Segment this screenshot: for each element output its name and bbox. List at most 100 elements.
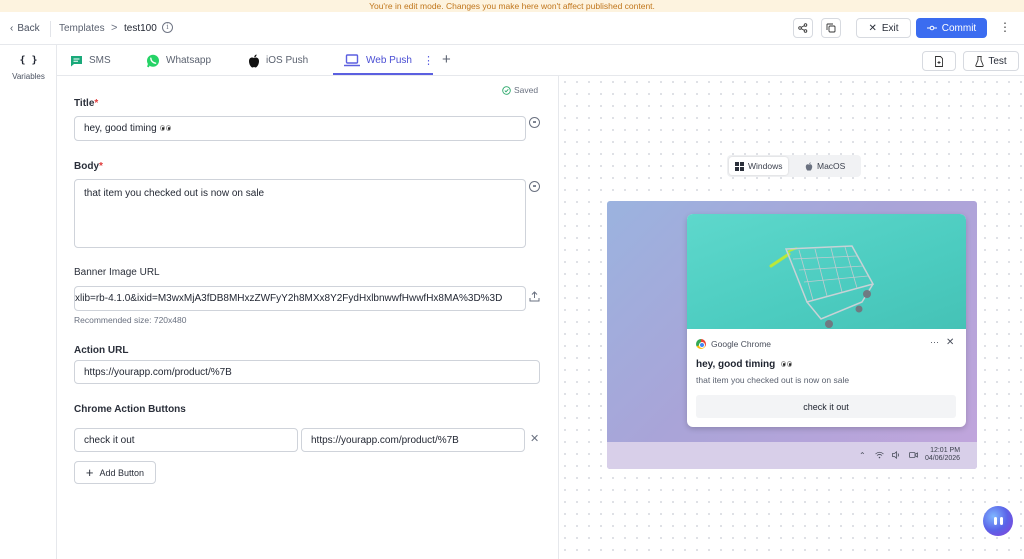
top-bar: ‹ Back Templates > test100 i ✕ Exit Comm… [0, 12, 1024, 45]
share-icon [798, 23, 808, 33]
assistant-icon [993, 517, 997, 525]
exit-button[interactable]: ✕ Exit [856, 18, 911, 38]
notification-body: that item you checked out is now on sale [696, 375, 850, 385]
action-button-text-value: check it out [84, 434, 135, 446]
tab-ios-push[interactable]: iOS Push [248, 45, 308, 76]
variables-label[interactable]: Variables [0, 72, 57, 81]
back-label: Back [17, 23, 40, 34]
chevron-up-icon: ⌃ [859, 451, 866, 460]
edit-mode-banner: You're in edit mode. Changes you make he… [0, 0, 1024, 12]
whatsapp-icon [147, 54, 159, 67]
body-textarea[interactable]: that item you checked out is now on sale [74, 179, 526, 248]
active-tab-indicator [333, 73, 433, 75]
duplicate-button[interactable] [821, 18, 841, 38]
emoji-picker-icon[interactable] [529, 181, 540, 192]
os-option-windows[interactable]: Windows [729, 157, 789, 175]
body-label: Body* [74, 161, 103, 172]
os-toggle: Windows MacOS [727, 155, 861, 177]
title-label: Title* [74, 98, 99, 109]
windows-icon [735, 161, 744, 171]
test-label: Test [988, 55, 1007, 67]
share-button[interactable] [793, 18, 813, 38]
web-push-form: Saved Title* hey, good timing Body* that… [57, 76, 558, 559]
tab-label: SMS [89, 55, 111, 66]
os-option-macos[interactable]: MacOS [799, 157, 851, 175]
notification-source: Google Chrome [696, 339, 771, 349]
notification-source-label: Google Chrome [711, 339, 772, 349]
action-button-url-input[interactable]: https://yourapp.com/product/%7B [301, 428, 525, 452]
banner-image [687, 214, 966, 329]
left-rail: { } Variables [0, 45, 57, 559]
assistant-button[interactable] [983, 506, 1013, 536]
commit-button[interactable]: Commit [916, 18, 987, 38]
tab-label: Web Push [366, 55, 412, 66]
windows-desktop-mock: Google Chrome ··· ✕ hey, good timing tha… [607, 201, 977, 469]
breadcrumb-separator: > [111, 22, 118, 34]
apple-icon [249, 54, 259, 67]
preview-panel: Windows MacOS Google Chrome ··· ✕ hey, g… [558, 76, 1024, 559]
exit-label: Exit [881, 22, 899, 34]
title-input[interactable]: hey, good timing [74, 116, 526, 141]
action-url-input[interactable]: https://yourapp.com/product/%7B [74, 360, 540, 384]
banner-size-hint: Recommended size: 720x480 [74, 315, 187, 325]
variables-icon[interactable]: { } [0, 55, 57, 66]
banner-image-url-input[interactable]: xlib=rb-4.1.0&ixid=M3wxMjA3fDB8MHxzZWFyY… [74, 286, 526, 311]
emoji-picker-icon[interactable] [529, 117, 540, 128]
os-label: Windows [748, 161, 783, 171]
flask-icon [975, 55, 984, 67]
saved-label: Saved [514, 85, 539, 95]
tab-label: iOS Push [266, 55, 309, 66]
back-button[interactable]: ‹ Back [10, 23, 40, 34]
tab-label: Whatsapp [166, 55, 212, 66]
plus-icon: + [85, 465, 94, 480]
commit-label: Commit [941, 22, 977, 34]
banner-image-url-value: xlib=rb-4.1.0&ixid=M3wxMjA3fDB8MHxzZWFyY… [75, 293, 503, 304]
tab-web-push[interactable]: Web Push [344, 45, 412, 76]
clock-time: 12:01 PM [930, 447, 961, 454]
notification-more-icon[interactable]: ··· [930, 337, 939, 347]
channel-tabs: SMS Whatsapp iOS Push Web Push ⋮ + Test [57, 45, 1024, 76]
title-value: hey, good timing [84, 123, 157, 134]
remove-button-icon[interactable]: ✕ [530, 432, 539, 445]
close-icon: ✕ [868, 22, 877, 34]
eyes-emoji-icon [159, 123, 172, 134]
save-status: Saved [502, 85, 538, 95]
add-button[interactable]: + Add Button [74, 461, 156, 484]
body-value: that item you checked out is now on sale [84, 188, 265, 199]
action-button-url-value: https://yourapp.com/product/%7B [311, 434, 459, 446]
required-mark: * [94, 98, 99, 109]
tab-whatsapp[interactable]: Whatsapp [146, 45, 211, 76]
breadcrumb-templates[interactable]: Templates [59, 23, 105, 34]
chrome-action-buttons-label: Chrome Action Buttons [74, 404, 186, 415]
apple-icon [805, 161, 813, 171]
test-button[interactable]: Test [963, 51, 1019, 71]
action-button-text-input[interactable]: check it out [74, 428, 298, 452]
document-icon [935, 55, 943, 67]
sms-icon [71, 55, 82, 66]
tab-sms[interactable]: SMS [70, 45, 111, 76]
laptop-icon [344, 54, 360, 67]
speaker-icon [892, 451, 899, 459]
more-options-icon[interactable]: ⋮ [999, 21, 1011, 33]
chevron-left-icon: ‹ [10, 23, 14, 34]
commit-icon [926, 25, 937, 31]
add-button-label: Add Button [99, 467, 145, 478]
divider [50, 21, 51, 37]
template-name: test100 [124, 23, 157, 34]
upload-icon[interactable] [529, 291, 540, 302]
notification-close-icon[interactable]: ✕ [946, 337, 954, 348]
add-channel-icon[interactable]: + [442, 51, 451, 68]
clock-date: 04/06/2026 [925, 455, 961, 462]
os-label: MacOS [817, 161, 846, 171]
wifi-icon [875, 451, 884, 459]
tab-options-icon[interactable]: ⋮ [423, 54, 434, 67]
info-icon[interactable]: i [162, 22, 173, 33]
export-button[interactable] [922, 51, 956, 71]
camera-icon [909, 452, 918, 458]
notification-title: hey, good timing [696, 359, 793, 370]
chrome-icon [696, 339, 706, 349]
action-url-label: Action URL [74, 345, 129, 356]
taskbar-clock: 12:01 PM 04/06/2026 [925, 447, 960, 463]
taskbar: ⌃ 12:01 PM 04/06/2026 [607, 442, 977, 469]
notification-action-button[interactable]: check it out [696, 395, 956, 418]
